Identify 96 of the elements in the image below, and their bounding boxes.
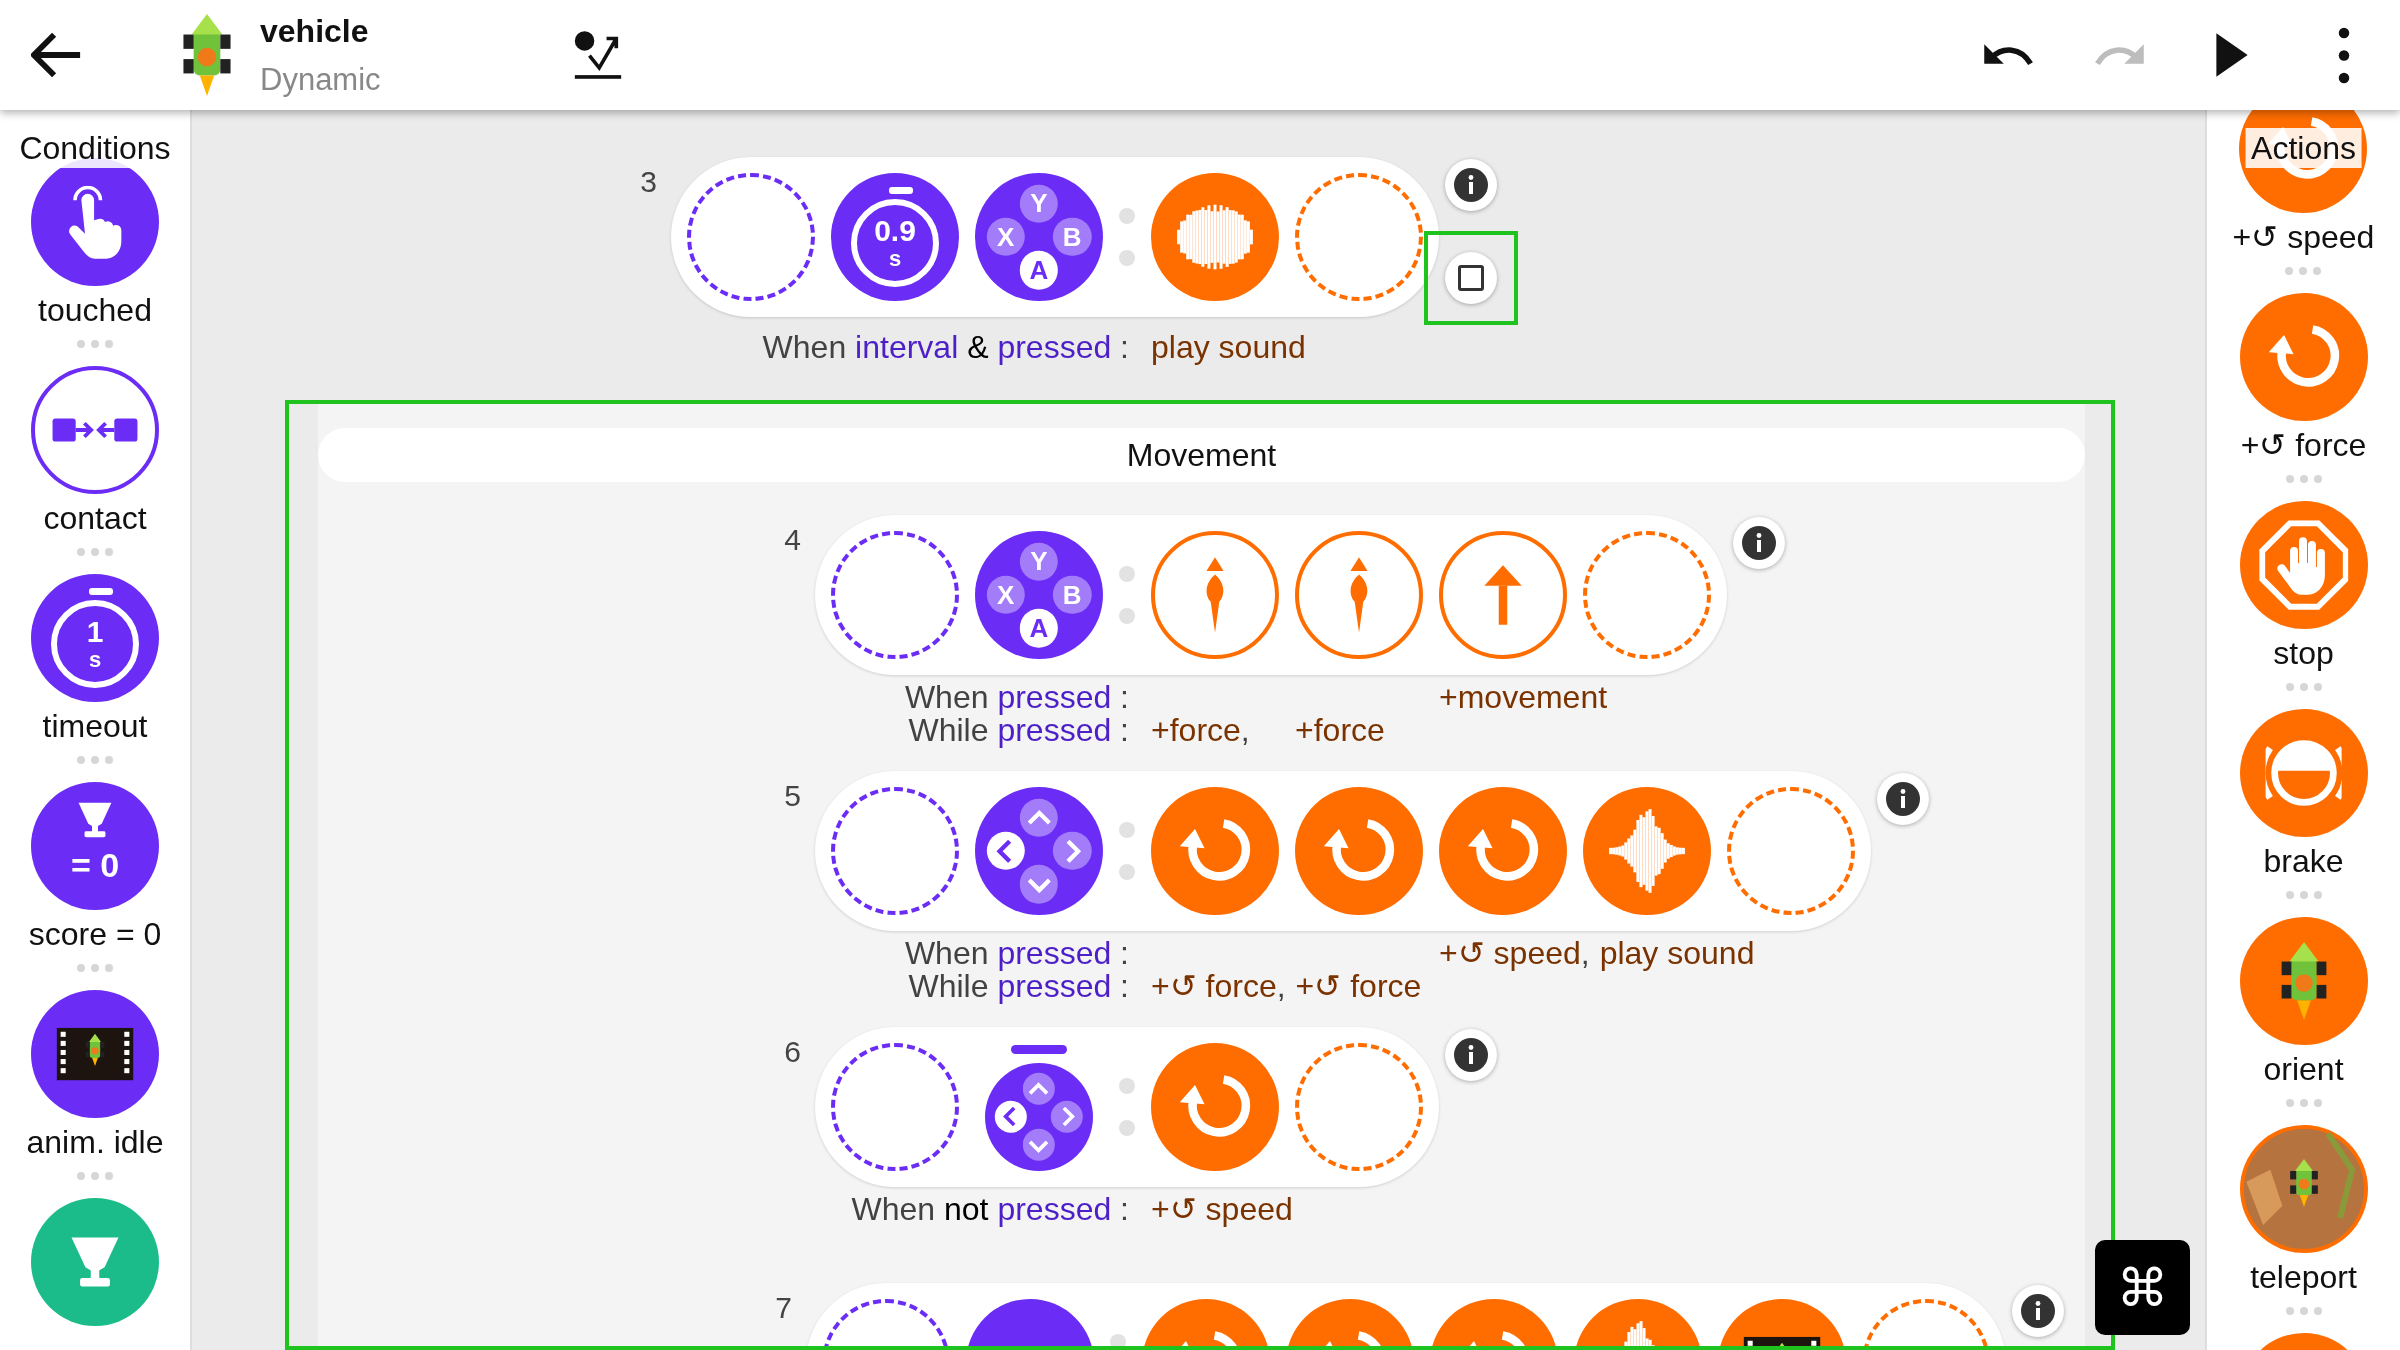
drag-handle-icon <box>2285 267 2322 275</box>
physics-button[interactable] <box>573 30 623 80</box>
timer-value: 1 <box>86 617 104 647</box>
panel-heading: Actions <box>2245 128 2362 168</box>
caption-action: play sound <box>1599 935 1755 971</box>
rule-number: 4 <box>783 523 801 557</box>
rule-number: 3 <box>639 165 657 199</box>
waveform-icon <box>1176 202 1254 272</box>
brake-icon <box>2265 739 2342 807</box>
info-icon <box>1885 781 1921 817</box>
caption-action: +↺ force <box>1295 968 1422 1004</box>
gamepad-button: X <box>986 575 1025 615</box>
gamepad-button: X <box>986 217 1025 257</box>
tile-label: score = 0 <box>28 915 162 954</box>
tile-label: +↺ force <box>2240 426 2367 465</box>
gamepad-button: A <box>1019 609 1059 648</box>
connector-icon <box>1119 1078 1135 1136</box>
connector-icon <box>1119 566 1135 624</box>
condition-tile[interactable]: = 0 <box>31 782 159 910</box>
pointing-hand-icon <box>66 185 124 259</box>
timer-value: 0.9 <box>874 216 916 246</box>
negation-bar <box>1011 1045 1067 1054</box>
redo-icon <box>2095 43 2145 67</box>
info-icon <box>2020 1293 2056 1329</box>
caption-action: +↺ speed <box>1151 1191 1293 1227</box>
tile-label: +↺ speed <box>2232 218 2375 257</box>
condition-tile[interactable]: 1 s <box>31 574 159 702</box>
connector-icon <box>1119 822 1135 880</box>
drag-handle-icon <box>2285 891 2322 899</box>
condition-tile[interactable]: 0.9 s <box>831 173 959 301</box>
gamepad-button: A <box>1019 251 1059 290</box>
caption-condition: When pressed : <box>904 935 1129 971</box>
tile-label: orient <box>2263 1050 2344 1089</box>
gamepad-button: B <box>1053 575 1092 615</box>
caption-condition: When not pressed : <box>851 1191 1129 1227</box>
caption-condition: When pressed : <box>904 679 1129 715</box>
play-icon <box>2215 31 2249 79</box>
tile-label: brake <box>2263 842 2344 881</box>
caption-action: +↺ force, <box>1151 968 1286 1004</box>
more-vertical-icon <box>2338 26 2350 84</box>
connector-icon <box>1119 208 1135 266</box>
film-frame-icon <box>56 1027 134 1081</box>
tile-label: contact <box>43 499 147 538</box>
info-icon <box>1453 167 1489 203</box>
info-button[interactable] <box>1445 1029 1497 1081</box>
tile-label: touched <box>38 291 152 330</box>
checkbox[interactable] <box>1445 252 1497 304</box>
drag-handle-icon <box>2285 475 2322 483</box>
rule-number: 7 <box>775 1291 792 1325</box>
gamepad-button: Y <box>1019 542 1059 581</box>
info-icon <box>1741 525 1777 561</box>
tile-label: anim. idle <box>26 1123 164 1162</box>
trophy-icon <box>69 1235 121 1289</box>
caption-action: +movement <box>1439 679 1608 715</box>
timer-unit: s <box>888 248 902 270</box>
trophy-icon <box>77 801 113 840</box>
caption-action: +force <box>1295 712 1385 748</box>
info-icon <box>1453 1037 1489 1073</box>
tile-label: stop <box>2273 634 2334 673</box>
condition-tile[interactable]: Y X B A <box>975 531 1103 659</box>
caption-action: +force, <box>1151 712 1250 748</box>
ball-trajectory-icon <box>573 30 623 80</box>
caption-condition: When interval & pressed : <box>762 329 1129 365</box>
info-button[interactable] <box>1445 159 1497 211</box>
converging-arrows-icon <box>50 416 140 444</box>
drag-handle-icon <box>2285 1307 2322 1315</box>
rule-number: 6 <box>783 1035 801 1069</box>
drag-handle-icon <box>2285 683 2322 691</box>
gamepad-button: B <box>1053 217 1092 257</box>
tile-label: timeout <box>42 707 148 746</box>
undo-icon <box>1983 43 2033 67</box>
drag-handle-icon <box>77 1172 113 1180</box>
drag-handle-icon <box>77 964 113 972</box>
waveform-icon <box>1608 808 1686 894</box>
drag-handle-icon <box>2285 1099 2322 1107</box>
command-button[interactable]: ⌘ <box>2095 1240 2190 1335</box>
caption-action: +↺ speed, <box>1439 935 1590 971</box>
car-on-ground-icon <box>2243 1128 2364 1250</box>
stop-sign-icon <box>2258 520 2349 610</box>
timer-unit: s <box>88 649 102 671</box>
up-arrow-icon <box>1482 563 1524 627</box>
info-button[interactable] <box>1733 517 1785 569</box>
drag-handle-icon <box>77 756 113 764</box>
info-button[interactable] <box>1877 773 1929 825</box>
scene-subtitle: Dynamic <box>260 61 381 98</box>
group-title: Movement <box>318 428 2085 482</box>
tile-label: teleport <box>2250 1258 2357 1297</box>
condition-tile[interactable]: Y X B A <box>975 173 1103 301</box>
gamepad-button: Y <box>1019 184 1059 223</box>
drag-handle-icon <box>77 548 113 556</box>
scene-title: vehicle <box>260 12 369 50</box>
drag-handle-icon <box>77 340 113 348</box>
info-button[interactable] <box>2012 1285 2064 1337</box>
score-value: = 0 <box>70 848 120 882</box>
rule-number: 5 <box>783 779 801 813</box>
caption-action: play sound <box>1151 329 1306 365</box>
